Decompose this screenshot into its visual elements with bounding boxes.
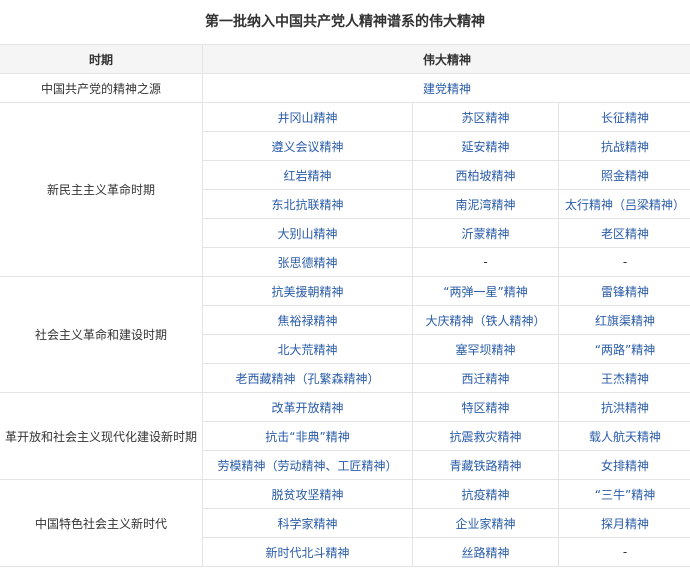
- period-cell: 革开放和社会主义现代化建设新时期: [0, 392, 203, 480]
- spirit-link[interactable]: 西迁精神: [412, 363, 559, 393]
- spirit-link[interactable]: 老区精神: [558, 218, 690, 248]
- header-period: 时期: [0, 44, 203, 74]
- spirit-link[interactable]: 探月精神: [558, 508, 690, 538]
- spirit-link[interactable]: 抗洪精神: [558, 392, 690, 422]
- spirit-link[interactable]: 红旗渠精神: [558, 305, 690, 335]
- table-row: 中国特色社会主义新时代 脱贫攻坚精神 抗疫精神 “三牛”精神: [0, 479, 690, 567]
- period-cell: 社会主义革命和建设时期: [0, 276, 203, 393]
- empty-cell: -: [558, 247, 690, 277]
- spirit-table: 时期 伟大精神 中国共产党的精神之源 建党精神 新民主主义革命时期 井冈山精神 苏区…: [0, 44, 690, 567]
- empty-cell: -: [412, 247, 559, 277]
- spirit-link[interactable]: 照金精神: [558, 160, 690, 190]
- spirit-link[interactable]: 抗战精神: [558, 131, 690, 161]
- spirit-link[interactable]: 特区精神: [412, 392, 559, 422]
- spirit-link[interactable]: 塞罕坝精神: [412, 334, 559, 364]
- spirit-link[interactable]: 东北抗联精神: [202, 189, 413, 219]
- table-row: 新民主主义革命时期 井冈山精神 苏区精神 长征精神: [0, 102, 690, 277]
- spirit-link[interactable]: 西柏坡精神: [412, 160, 559, 190]
- table-row: 社会主义革命和建设时期 抗美援朝精神 “两弹一星”精神 雷锋精神: [0, 276, 690, 393]
- spirit-link[interactable]: 抗美援朝精神: [202, 276, 413, 306]
- table-row: 革开放和社会主义现代化建设新时期 改革开放精神 特区精神 抗洪精神: [0, 392, 690, 480]
- period-cell: 中国特色社会主义新时代: [0, 479, 203, 567]
- header-spirit: 伟大精神: [202, 44, 690, 74]
- spirit-link[interactable]: 建党精神: [202, 73, 690, 103]
- spirit-link[interactable]: 北大荒精神: [202, 334, 413, 364]
- spirit-link[interactable]: 太行精神（吕梁精神）: [558, 189, 690, 219]
- table-title: 第一批纳入中国共产党人精神谱系的伟大精神: [205, 14, 485, 30]
- spirit-link[interactable]: 苏区精神: [412, 102, 559, 132]
- spirit-link[interactable]: 脱贫攻坚精神: [202, 479, 413, 509]
- spirit-link[interactable]: 雷锋精神: [558, 276, 690, 306]
- spirit-link[interactable]: 大庆精神（铁人精神）: [412, 305, 559, 335]
- spirit-link[interactable]: 科学家精神: [202, 508, 413, 538]
- spirit-link[interactable]: “三牛”精神: [558, 479, 690, 509]
- spirit-link[interactable]: 抗击“非典”精神: [202, 421, 413, 451]
- spirit-link[interactable]: 焦裕禄精神: [202, 305, 413, 335]
- spirit-link[interactable]: “两弹一星”精神: [412, 276, 559, 306]
- spirit-link[interactable]: 大别山精神: [202, 218, 413, 248]
- spirit-link[interactable]: 改革开放精神: [202, 392, 413, 422]
- spirit-link[interactable]: 女排精神: [558, 450, 690, 480]
- spirit-link[interactable]: 遵义会议精神: [202, 131, 413, 161]
- spirit-link[interactable]: 劳模精神（劳动精神、工匠精神）: [202, 450, 413, 480]
- spirit-link[interactable]: 南泥湾精神: [412, 189, 559, 219]
- spirit-link[interactable]: 老西藏精神（孔繁森精神）: [202, 363, 413, 393]
- spirit-link[interactable]: “两路”精神: [558, 334, 690, 364]
- spirit-link[interactable]: 张思德精神: [202, 247, 413, 277]
- spirit-link[interactable]: 企业家精神: [412, 508, 559, 538]
- spirit-link[interactable]: 沂蒙精神: [412, 218, 559, 248]
- period-cell: 中国共产党的精神之源: [0, 73, 203, 103]
- spirit-link[interactable]: 丝路精神: [412, 537, 559, 567]
- spirit-link[interactable]: 抗疫精神: [412, 479, 559, 509]
- spirit-link[interactable]: 井冈山精神: [202, 102, 413, 132]
- table-body: 中国共产党的精神之源 建党精神 新民主主义革命时期 井冈山精神 苏区精神 长征精神 遵义…: [0, 73, 690, 567]
- spirit-link[interactable]: 延安精神: [412, 131, 559, 161]
- spirit-link[interactable]: 青藏铁路精神: [412, 450, 559, 480]
- source-row: 中国共产党的精神之源 建党精神: [0, 73, 690, 103]
- spirit-link[interactable]: 红岩精神: [202, 160, 413, 190]
- period-cell: 新民主主义革命时期: [0, 102, 203, 277]
- empty-cell: -: [558, 537, 690, 567]
- spirit-link[interactable]: 王杰精神: [558, 363, 690, 393]
- header-row: 时期 伟大精神: [0, 44, 690, 74]
- spirit-link[interactable]: 新时代北斗精神: [202, 537, 413, 567]
- spirit-link[interactable]: 载人航天精神: [558, 421, 690, 451]
- spirit-link[interactable]: 长征精神: [558, 102, 690, 132]
- spirit-link[interactable]: 抗震救灾精神: [412, 421, 559, 451]
